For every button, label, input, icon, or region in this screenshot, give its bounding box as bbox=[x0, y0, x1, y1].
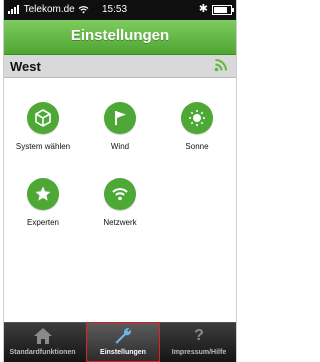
carrier: Telekom.de bbox=[8, 4, 89, 15]
tab-label: Impressum/Hilfe bbox=[171, 349, 227, 356]
menu-item-label: Sonne bbox=[185, 142, 209, 151]
wrench-icon bbox=[86, 325, 160, 347]
status-time: 15:53 bbox=[102, 4, 128, 15]
page-title: Einstellungen bbox=[70, 27, 170, 44]
home-icon bbox=[4, 325, 81, 347]
menu-item-label: Netzwerk bbox=[103, 218, 137, 227]
location-bar: West bbox=[4, 55, 236, 78]
menu-item-label: Experten bbox=[26, 218, 60, 227]
tab-bar: Standardfunktionen Einstellungen ? Impre… bbox=[4, 322, 236, 362]
wifi-status-icon bbox=[78, 4, 89, 15]
menu-item-wind[interactable]: Wind bbox=[83, 102, 157, 151]
menu-item-netzwerk[interactable]: Netzwerk bbox=[83, 178, 157, 227]
status-bar: Telekom.de 15:53 ✱ bbox=[4, 0, 236, 20]
nav-bar: Einstellungen bbox=[4, 20, 236, 55]
flag-icon bbox=[104, 102, 136, 134]
menu-item-label: System wählen bbox=[15, 142, 71, 151]
location-name: West bbox=[10, 59, 41, 74]
menu-item-experten[interactable]: Experten bbox=[6, 178, 80, 227]
tab-standardfunktionen[interactable]: Standardfunktionen bbox=[4, 323, 81, 362]
help-icon: ? bbox=[194, 327, 204, 344]
signal-icon bbox=[8, 4, 19, 14]
settings-grid: System wählen Wind Sonne Experten Netzwe… bbox=[4, 78, 236, 322]
menu-item-sonne[interactable]: Sonne bbox=[160, 102, 234, 151]
cube-icon bbox=[27, 102, 59, 134]
tab-einstellungen[interactable]: Einstellungen bbox=[86, 323, 160, 362]
tab-impressum-hilfe[interactable]: ? Impressum/Hilfe bbox=[162, 323, 236, 362]
wifi-icon bbox=[104, 178, 136, 210]
menu-item-label: Wind bbox=[110, 142, 130, 151]
bluetooth-icon: ✱ bbox=[198, 3, 208, 15]
rss-icon[interactable] bbox=[214, 58, 228, 77]
tab-label: Standardfunktionen bbox=[9, 349, 76, 356]
menu-item-system[interactable]: System wählen bbox=[6, 102, 80, 151]
app-screen: Telekom.de 15:53 ✱ Einstellungen West Sy… bbox=[4, 0, 236, 362]
tab-label: Einstellungen bbox=[100, 349, 146, 356]
star-icon bbox=[27, 178, 59, 210]
carrier-name: Telekom.de bbox=[23, 4, 75, 15]
sun-icon bbox=[181, 102, 213, 134]
battery-icon bbox=[212, 4, 234, 15]
